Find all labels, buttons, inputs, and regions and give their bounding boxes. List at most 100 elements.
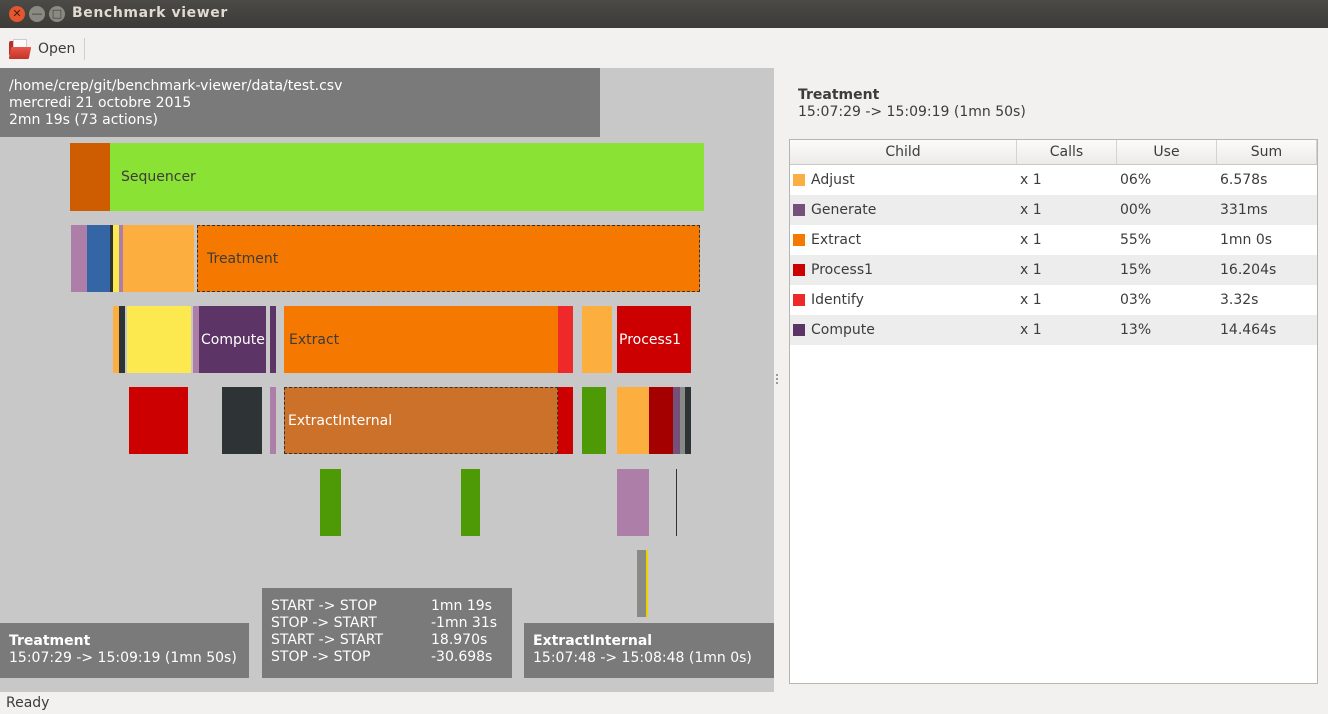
- action-block[interactable]: [129, 387, 188, 454]
- stats-value: -1mn 31s: [431, 615, 498, 631]
- benchmark-canvas[interactable]: /home/crep/git/benchmark-viewer/data/tes…: [0, 68, 774, 692]
- table-row[interactable]: Generate x 1 00% 331ms: [790, 195, 1317, 225]
- cell-use: 55%: [1120, 232, 1152, 248]
- treatment-block[interactable]: Treatment: [197, 225, 700, 292]
- action-block[interactable]: [582, 306, 612, 373]
- cell-use: 13%: [1120, 322, 1152, 338]
- open-button[interactable]: Open: [5, 35, 80, 63]
- selected-action-time: 15:07:48 -> 15:08:48 (1mn 0s): [533, 650, 752, 666]
- sequencer-block[interactable]: Sequencer: [110, 143, 704, 211]
- compute-label: Compute: [201, 331, 265, 348]
- cell-use: 00%: [1120, 202, 1152, 218]
- cell-use: 06%: [1120, 172, 1152, 188]
- action-block[interactable]: [649, 387, 673, 454]
- stats-value: 18.970s: [431, 632, 488, 648]
- action-block[interactable]: [673, 387, 680, 454]
- cell-calls: x 1: [1020, 292, 1042, 308]
- detail-title: Treatment: [798, 87, 880, 103]
- cell-sum: 6.578s: [1220, 172, 1268, 188]
- stats-label: START -> START: [271, 632, 384, 648]
- cell-child: Generate: [790, 195, 1017, 225]
- column-header-use[interactable]: Use: [1117, 140, 1217, 164]
- cell-calls: x 1: [1020, 172, 1042, 188]
- selected-action-name: ExtractInternal: [533, 633, 653, 649]
- extract-internal-label: ExtractInternal: [288, 412, 393, 429]
- status-bar: Ready: [0, 692, 1328, 714]
- cell-use: 15%: [1120, 262, 1152, 278]
- stats-panel: START -> STOP 1mn 19s STOP -> START -1mn 3…: [262, 588, 512, 678]
- action-block[interactable]: [582, 387, 606, 454]
- compute-block[interactable]: Compute: [199, 306, 266, 373]
- action-block[interactable]: [676, 469, 677, 536]
- action-block[interactable]: [558, 306, 573, 373]
- splitter-grip-icon: [776, 374, 778, 384]
- action-block[interactable]: [685, 387, 691, 454]
- stats-row: STOP -> STOP -30.698s: [271, 649, 503, 666]
- close-window-button[interactable]: ✕: [9, 6, 25, 22]
- column-header-child[interactable]: Child: [790, 140, 1017, 164]
- child-name: Generate: [811, 202, 877, 218]
- cell-sum: 14.464s: [1220, 322, 1277, 338]
- extract-internal-block[interactable]: ExtractInternal: [284, 387, 558, 454]
- detail-panel: Treatment 15:07:29 -> 15:09:19 (1mn 50s)…: [780, 68, 1328, 692]
- title-bar: ✕ — □ Benchmark viewer: [0, 0, 1328, 28]
- hover-action-time: 15:07:29 -> 15:09:19 (1mn 50s): [9, 650, 237, 666]
- action-block[interactable]: [87, 225, 110, 292]
- cell-child: Process1: [790, 255, 1017, 285]
- action-block[interactable]: [617, 469, 649, 536]
- table-row[interactable]: Identify x 1 03% 3.32s: [790, 285, 1317, 315]
- action-block[interactable]: [123, 225, 194, 292]
- cell-use: 03%: [1120, 292, 1152, 308]
- maximize-window-button[interactable]: □: [49, 6, 65, 22]
- cell-child: Extract: [790, 225, 1017, 255]
- cell-child: Adjust: [790, 165, 1017, 195]
- stats-label: START -> STOP: [271, 598, 377, 614]
- extract-block[interactable]: Extract: [284, 306, 558, 373]
- table-row[interactable]: Adjust x 1 06% 6.578s: [790, 165, 1317, 195]
- close-icon: ✕: [12, 7, 22, 20]
- open-button-label: Open: [38, 41, 76, 57]
- color-swatch: [793, 294, 805, 306]
- action-block[interactable]: [71, 225, 87, 292]
- action-block[interactable]: [320, 469, 341, 536]
- file-date: mercredi 21 octobre 2015: [9, 95, 192, 111]
- maximize-icon: □: [51, 7, 63, 20]
- action-block[interactable]: [127, 306, 191, 373]
- cell-sum: 331ms: [1220, 202, 1268, 218]
- table-header: Child Calls Use Sum: [790, 140, 1317, 165]
- action-block[interactable]: [461, 469, 480, 536]
- cell-child: Compute: [790, 315, 1017, 345]
- toolbar: Open: [0, 28, 1328, 68]
- column-header-sum[interactable]: Sum: [1217, 140, 1317, 164]
- child-name: Process1: [811, 262, 874, 278]
- action-block[interactable]: [558, 387, 573, 454]
- table-row[interactable]: Compute x 1 13% 14.464s: [790, 315, 1317, 345]
- cell-child: Identify: [790, 285, 1017, 315]
- minimize-window-button[interactable]: —: [29, 6, 45, 22]
- file-path: /home/crep/git/benchmark-viewer/data/tes…: [9, 78, 343, 94]
- table-row[interactable]: Extract x 1 55% 1mn 0s: [790, 225, 1317, 255]
- cell-sum: 16.204s: [1220, 262, 1277, 278]
- color-swatch: [793, 234, 805, 246]
- action-block[interactable]: [617, 387, 649, 454]
- action-block[interactable]: [270, 306, 276, 373]
- action-block[interactable]: [70, 143, 110, 211]
- process1-block[interactable]: Process1: [617, 306, 691, 373]
- minimize-icon: —: [31, 7, 43, 20]
- window-title: Benchmark viewer: [72, 5, 228, 21]
- cell-calls: x 1: [1020, 202, 1042, 218]
- action-block[interactable]: [222, 387, 262, 454]
- action-block[interactable]: [270, 387, 276, 454]
- detail-time: 15:07:29 -> 15:09:19 (1mn 50s): [798, 104, 1026, 120]
- stats-label: STOP -> STOP: [271, 649, 371, 665]
- process1-label: Process1: [619, 331, 682, 348]
- action-block[interactable]: [119, 306, 125, 373]
- toolbar-separator: [84, 38, 85, 60]
- action-block[interactable]: [646, 550, 648, 617]
- action-block[interactable]: [637, 550, 646, 617]
- column-header-calls[interactable]: Calls: [1017, 140, 1117, 164]
- color-swatch: [793, 324, 805, 336]
- cell-calls: x 1: [1020, 322, 1042, 338]
- child-name: Identify: [811, 292, 864, 308]
- table-row[interactable]: Process1 x 1 15% 16.204s: [790, 255, 1317, 285]
